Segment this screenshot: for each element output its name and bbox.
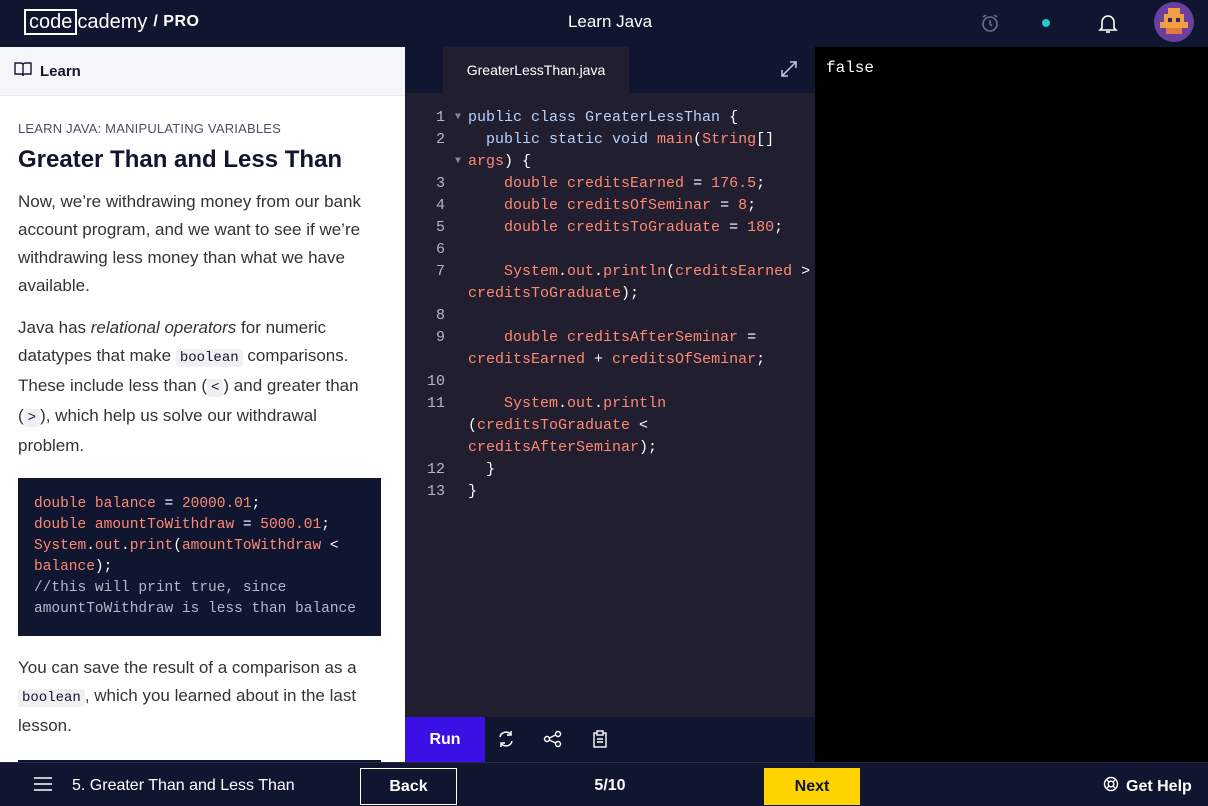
page-title: Learn Java: [567, 12, 653, 31]
run-button[interactable]: Run: [405, 717, 485, 762]
course-eyebrow: LEARN JAVA: MANIPULATING VARIABLES: [18, 121, 282, 136]
hamburger-menu-icon[interactable]: [34, 776, 52, 792]
status-dot-icon: [1035, 12, 1057, 34]
learn-panel: Learn LEARN JAVA: MANIPULATING VARIABLES…: [0, 47, 405, 762]
paragraph-save: You can save the result of a comparison …: [18, 658, 357, 735]
lesson-heading: Greater Than and Less Than: [18, 146, 343, 173]
learn-header-label: Learn: [40, 62, 81, 80]
back-button[interactable]: Back: [360, 768, 457, 805]
code-snippet: double balance = 20000.01; double amount…: [18, 478, 381, 636]
inline-code: boolean: [175, 349, 243, 367]
bottom-bar: 5. Greater Than and Less Than Back 5/10 …: [0, 762, 1208, 806]
run-bar: Run: [405, 717, 815, 762]
user-avatar[interactable]: [1154, 2, 1194, 42]
paragraph-operators: Java has relational operators for numeri…: [18, 318, 359, 455]
book-icon: [14, 61, 32, 82]
share-icon[interactable]: [543, 729, 565, 751]
get-help-label: Get Help: [1126, 777, 1192, 795]
inline-code: <: [207, 379, 224, 397]
editor-tab-bar: GreaterLessThan.java: [405, 47, 815, 93]
output-text: false: [826, 59, 875, 77]
expand-icon[interactable]: [779, 59, 801, 81]
clipboard-icon[interactable]: [590, 729, 612, 751]
lesson-title[interactable]: 5. Greater Than and Less Than: [72, 777, 295, 795]
file-tab[interactable]: GreaterLessThan.java: [443, 47, 629, 93]
code-lines[interactable]: 1 ▼ public class GreaterLessThan { 2 publi…: [405, 107, 815, 503]
next-button[interactable]: Next: [764, 768, 860, 805]
lifebuoy-icon: [1103, 776, 1119, 797]
inline-code: boolean: [18, 689, 85, 707]
get-help-button[interactable]: Get Help: [1103, 776, 1192, 797]
progress-counter: 5/10: [594, 777, 626, 794]
notification-bell-icon[interactable]: [1097, 12, 1119, 34]
output-panel: false: [815, 47, 1208, 762]
alarm-clock-icon[interactable]: [979, 12, 1001, 34]
paragraph-intro: Now, we’re withdrawing money from our ba…: [18, 192, 361, 295]
lesson-content: LEARN JAVA: MANIPULATING VARIABLES Great…: [0, 121, 405, 762]
learn-header: Learn: [0, 47, 405, 96]
code-comment: //this will print true, since amountToWi…: [34, 580, 356, 617]
top-bar: code cademy / PRO Learn Java: [0, 0, 1208, 47]
inline-code: >: [23, 409, 41, 427]
code-editor[interactable]: GreaterLessThan.java 1 ▼ public class Grea…: [405, 47, 815, 762]
reset-icon[interactable]: [496, 729, 518, 751]
